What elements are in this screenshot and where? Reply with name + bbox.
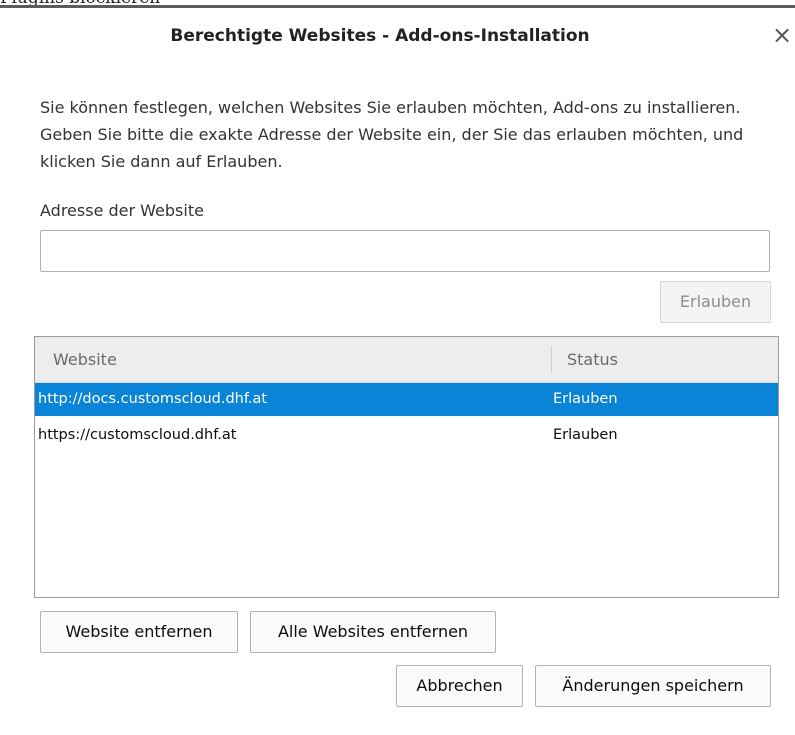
address-input[interactable] [40,230,770,272]
background-window-strip: Plugins blockieren [0,0,795,8]
table-row[interactable]: https://customscloud.dhf.at Erlauben [35,419,778,452]
status-cell: Erlauben [553,391,618,407]
column-divider[interactable] [551,346,552,373]
table-header: Website Status [35,337,778,383]
remove-all-websites-button[interactable]: Alle Websites entfernen [250,611,496,653]
address-label: Adresse der Website [40,201,204,220]
dialog-description: Sie können festlegen, welchen Websites S… [40,98,744,171]
cancel-button[interactable]: Abbrechen [396,665,523,707]
status-cell: Erlauben [553,427,618,443]
remove-website-button[interactable]: Website entfernen [40,611,238,653]
table-row[interactable]: http://docs.customscloud.dhf.at Erlauben [35,383,778,416]
permissions-dialog: Berechtigte Websites - Add-ons-Installat… [0,8,795,735]
column-header-website[interactable]: Website [53,337,117,382]
dialog-title: Berechtigte Websites - Add-ons-Installat… [170,26,590,46]
website-cell: https://customscloud.dhf.at [38,427,237,443]
sites-table: Website Status http://docs.customscloud.… [34,336,779,598]
allow-button[interactable]: Erlauben [660,281,771,323]
website-cell: http://docs.customscloud.dhf.at [38,391,268,407]
save-changes-button[interactable]: Änderungen speichern [535,665,771,707]
close-icon[interactable]: × [770,22,794,48]
column-header-status[interactable]: Status [567,337,618,382]
dialog-titlebar: Berechtigte Websites - Add-ons-Installat… [0,8,795,64]
